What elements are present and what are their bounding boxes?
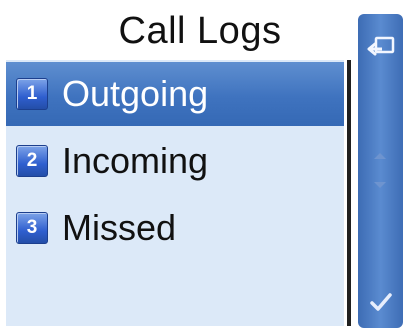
number-badge-2: 2 <box>16 145 48 177</box>
number-badge-1: 1 <box>16 78 48 110</box>
softkey-bar <box>358 14 403 328</box>
back-button[interactable] <box>358 28 403 66</box>
menu-item-outgoing[interactable]: 1 Outgoing <box>6 62 344 126</box>
call-logs-screen: Call Logs 1 Outgoing 2 Incoming 3 Missed <box>0 0 407 331</box>
menu-item-incoming[interactable]: 2 Incoming <box>6 129 344 193</box>
list-scrollbar[interactable] <box>347 60 351 326</box>
ok-button[interactable] <box>358 282 403 322</box>
back-return-icon <box>367 36 394 56</box>
page-title: Call Logs <box>118 10 282 52</box>
menu-item-label: Incoming <box>62 140 209 181</box>
number-badge-3: 3 <box>16 212 48 244</box>
call-logs-menu: 1 Outgoing 2 Incoming 3 Missed <box>6 60 344 326</box>
menu-item-label: Missed <box>62 207 177 248</box>
arrow-down-icon[interactable] <box>374 182 386 188</box>
checkmark-icon <box>369 293 392 311</box>
menu-item-missed[interactable]: 3 Missed <box>6 196 344 260</box>
arrow-up-icon[interactable] <box>374 153 386 159</box>
menu-item-label: Outgoing <box>62 73 209 114</box>
